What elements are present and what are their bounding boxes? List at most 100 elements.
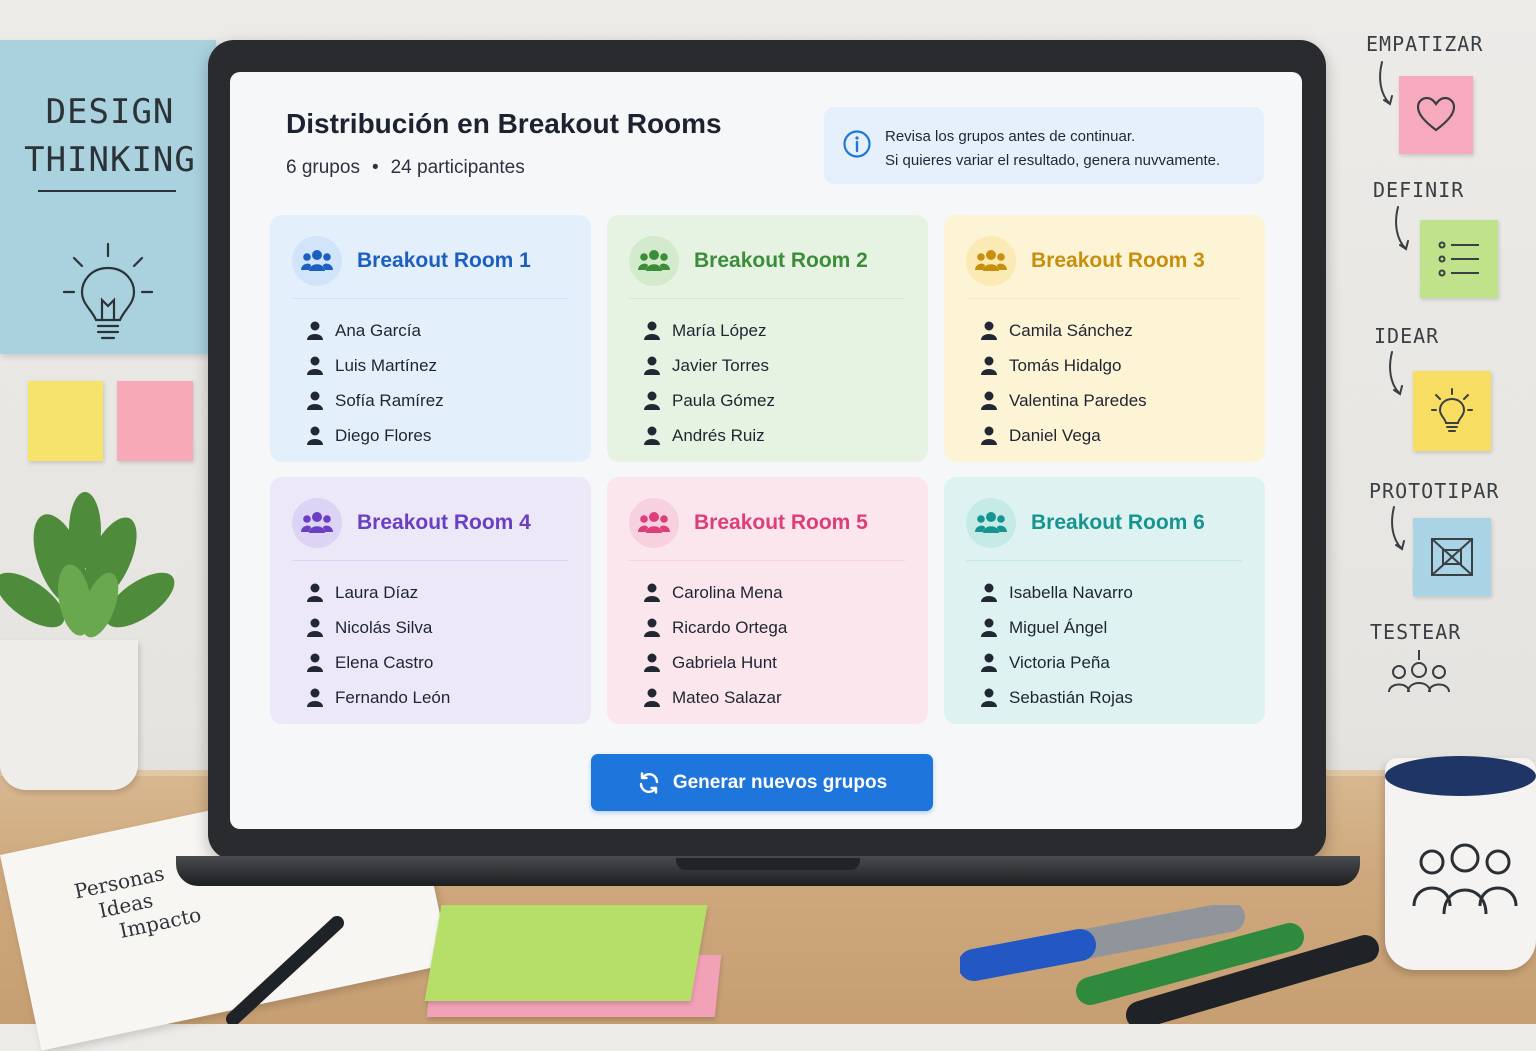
member-list: Ana García Luis Martínez Sofía Ramírez D… xyxy=(306,313,444,453)
room-title: Breakout Room 2 xyxy=(694,249,868,272)
person-icon xyxy=(307,688,323,707)
person-icon xyxy=(644,321,660,340)
step-note-idear xyxy=(1413,371,1491,451)
person-icon xyxy=(981,426,997,445)
member-item: Andrés Ruiz xyxy=(643,418,775,453)
step-label-definir: DEFINIR xyxy=(1373,178,1465,202)
breakout-room-3-card[interactable]: Breakout Room 3 Camila Sánchez Tomás Hid… xyxy=(944,215,1265,462)
step-label-empatizar: EMPATIZAR xyxy=(1366,32,1484,56)
breakout-room-6-card[interactable]: Breakout Room 6 Isabella Navarro Miguel … xyxy=(944,477,1265,724)
poster-title-line2: THINKING xyxy=(24,140,196,180)
page-title: Distribución en Breakout Rooms xyxy=(286,108,722,139)
member-name: Nicolás Silva xyxy=(335,617,433,637)
member-name: Laura Díaz xyxy=(335,582,419,602)
heart-icon xyxy=(1416,97,1456,132)
member-item: María López xyxy=(643,313,775,348)
app-screen: Distribución en Breakout Rooms 6 grupos •… xyxy=(230,72,1302,829)
room-divider xyxy=(292,298,568,299)
sticky-pad-green xyxy=(424,905,708,1001)
person-icon xyxy=(981,321,997,340)
room-avatar xyxy=(292,498,342,548)
room-title: Breakout Room 1 xyxy=(357,249,531,272)
room-divider xyxy=(966,560,1242,561)
markers xyxy=(960,905,1379,1024)
person-icon xyxy=(644,356,660,375)
group-icon xyxy=(301,512,333,533)
member-name: Ana García xyxy=(335,320,421,340)
person-icon xyxy=(307,618,323,637)
sticky-note-pink xyxy=(117,381,193,461)
person-icon xyxy=(981,583,997,602)
pen xyxy=(226,916,344,1024)
plant-pot xyxy=(0,640,138,790)
prototype-icon xyxy=(1431,538,1473,576)
member-item: Luis Martínez xyxy=(306,348,444,383)
member-item: Ricardo Ortega xyxy=(643,610,787,645)
room-header: Breakout Room 2 xyxy=(629,236,868,286)
group-icon xyxy=(975,250,1007,271)
room-title: Breakout Room 3 xyxy=(1031,249,1205,272)
arrow-down-icon xyxy=(1391,506,1405,551)
room-title: Breakout Room 5 xyxy=(694,511,868,534)
member-item: Victoria Peña xyxy=(980,645,1133,680)
poster-underline xyxy=(38,190,176,192)
person-icon xyxy=(644,426,660,445)
users-icon xyxy=(1412,843,1518,915)
member-name: Ricardo Ortega xyxy=(672,617,788,637)
room-avatar xyxy=(292,236,342,286)
person-icon xyxy=(644,618,660,637)
person-icon xyxy=(307,653,323,672)
member-name: Fernando León xyxy=(335,687,451,707)
member-name: Andrés Ruiz xyxy=(672,425,765,445)
member-item: Nicolás Silva xyxy=(306,610,450,645)
group-icon xyxy=(638,512,670,533)
member-item: Gabriela Hunt xyxy=(643,645,787,680)
member-item: Laura Díaz xyxy=(306,575,450,610)
breakout-room-1-card[interactable]: Breakout Room 1 Ana García Luis Martínez… xyxy=(270,215,591,462)
member-item: Ana García xyxy=(306,313,444,348)
group-icon xyxy=(638,250,670,271)
member-name: Miguel Ángel xyxy=(1009,617,1108,637)
room-avatar xyxy=(966,236,1016,286)
person-icon xyxy=(307,391,323,410)
info-line: Revisa los grupos antes de continuar. xyxy=(885,128,1136,145)
mug-rim xyxy=(1385,756,1536,796)
breakout-room-2-card[interactable]: Breakout Room 2 María López Javier Torre… xyxy=(607,215,928,462)
room-avatar xyxy=(629,498,679,548)
participants-count: 24 participantes xyxy=(390,157,525,178)
generate-groups-button[interactable]: Generar nuevos grupos xyxy=(591,754,933,811)
member-item: Diego Flores xyxy=(306,418,444,453)
member-name: Carolina Mena xyxy=(672,582,783,602)
step-note-prototipar xyxy=(1413,518,1491,596)
person-icon xyxy=(644,583,660,602)
member-item: Fernando León xyxy=(306,680,450,715)
info-icon xyxy=(843,130,871,158)
member-name: Luis Martínez xyxy=(335,355,438,375)
member-name: Javier Torres xyxy=(672,355,769,375)
room-avatar xyxy=(966,498,1016,548)
groups-count: 6 grupos xyxy=(286,157,360,178)
list-icon xyxy=(1438,241,1479,277)
person-icon xyxy=(981,688,997,707)
member-name: María López xyxy=(672,320,767,340)
breakout-room-4-card[interactable]: Breakout Room 4 Laura Díaz Nicolás Silva… xyxy=(270,477,591,724)
member-item: Javier Torres xyxy=(643,348,775,383)
member-item: Mateo Salazar xyxy=(643,680,787,715)
room-header: Breakout Room 5 xyxy=(629,498,868,548)
member-name: Elena Castro xyxy=(335,652,434,672)
member-name: Valentina Paredes xyxy=(1009,390,1147,410)
room-header: Breakout Room 3 xyxy=(966,236,1205,286)
member-list: Isabella Navarro Miguel Ángel Victoria P… xyxy=(980,575,1133,715)
summary-line: 6 grupos • 24 participantes xyxy=(286,157,525,179)
member-list: Carolina Mena Ricardo Ortega Gabriela Hu… xyxy=(643,575,787,715)
poster-title-line1: DESIGN xyxy=(45,92,175,132)
generate-groups-label: Generar nuevos grupos xyxy=(672,771,888,793)
member-name: Sofía Ramírez xyxy=(335,390,444,410)
person-icon xyxy=(981,391,997,410)
member-list: Camila Sánchez Tomás Hidalgo Valentina P… xyxy=(980,313,1147,453)
member-item: Sofía Ramírez xyxy=(306,383,444,418)
arrow-down-icon xyxy=(1379,61,1393,106)
breakout-room-5-card[interactable]: Breakout Room 5 Carolina Mena Ricardo Or… xyxy=(607,477,928,724)
member-item: Valentina Paredes xyxy=(980,383,1147,418)
member-item: Camila Sánchez xyxy=(980,313,1147,348)
